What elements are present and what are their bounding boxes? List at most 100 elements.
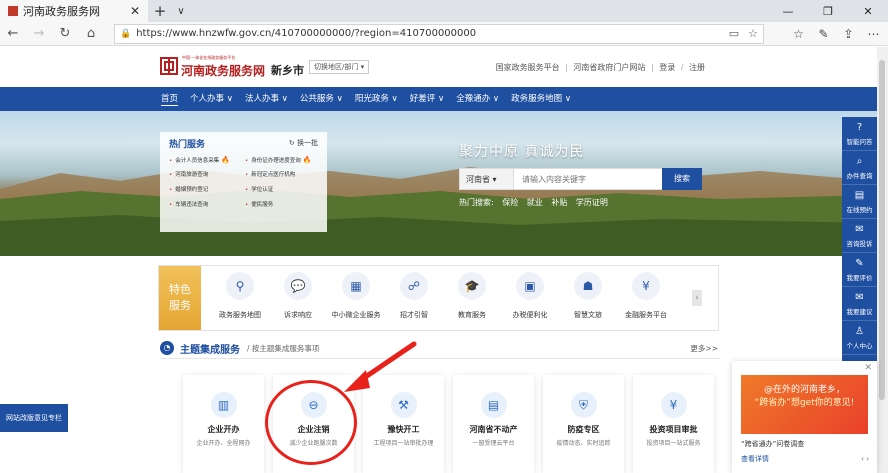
sidebar-item-label: 在线预约 [846,205,873,214]
theme-card-desc: 工程项目一站审批办理 [373,440,434,447]
hot-search-term[interactable]: 保险 [502,198,518,207]
featured-service-icon: ☗ [574,272,602,300]
pen-icon[interactable]: ✎ [811,27,836,41]
hot-service-item[interactable]: • 会计人员信息采集 🔥 [169,155,245,166]
browser-tab[interactable]: 河南政务服务网 ✕ [0,0,148,22]
minimize-button[interactable]: — [768,5,808,18]
sidebar-item[interactable]: ▤ 在线预约 [842,185,877,219]
theme-card-title: 企业开办 [207,425,240,434]
close-tab-icon[interactable]: ✕ [130,4,140,18]
nav-legal-person[interactable]: 法人办事 ∨ [239,87,294,111]
featured-service-item[interactable]: ▦ 中小微企业服务 [327,272,385,320]
hot-search-term[interactable]: 补贴 [551,198,567,207]
sidebar-item[interactable]: ✉ 咨询投诉 [842,219,877,253]
link-separator: / [680,63,684,72]
sidebar-item-label: 我要评价 [846,273,873,282]
scrollbar-thumb[interactable] [879,60,885,400]
forward-button[interactable]: → [26,26,52,41]
share-icon[interactable]: ⇪ [836,27,861,41]
featured-next-button[interactable]: › [692,290,702,306]
nav-personal[interactable]: 个人办事 ∨ [184,87,239,111]
top-links: 国家政务服务平台 | 河南省政府门户网站 | 登录 / 注册 [493,62,705,73]
maximize-button[interactable]: ❐ [808,5,848,18]
theme-card[interactable]: ¥ 投资项目审批 投资项目一站式服务 [633,375,714,473]
ad-close-icon[interactable]: ✕ [864,363,872,373]
link-separator: | [650,63,654,72]
nav-public-service[interactable]: 公共服务 ∨ [294,87,349,111]
featured-service-icon: ¥ [632,272,660,300]
refresh-button[interactable]: ↻ [52,26,78,41]
reading-view-icon[interactable]: ▭ [729,27,739,40]
refresh-hot-button[interactable]: ↻ 换一批 [289,138,318,148]
hot-service-label: 学位认证 [251,187,274,193]
featured-service-item[interactable]: ⚲ 政务服务地图 [211,272,269,320]
ad-detail-link[interactable]: 查看详情 [741,454,769,464]
theme-card[interactable]: ▥ 企业开办 企业开办、全程网办 [183,375,264,473]
sidebar-item[interactable]: ♙ 个人中心 [842,321,877,355]
hot-service-item[interactable]: • 河南旅游查询 [169,170,245,181]
back-button[interactable]: ← [0,26,26,41]
featured-items: ⚲ 政务服务地图 💬 诉求响应 ▦ 中小微企业服务 ☍ 招才引智 🎓 教育服务 ▣ 办税便利化 ☗ 智慧文… [211,272,675,320]
sidebar-icon: ✎ [855,257,864,269]
theme-section-title: 主题集成服务 [180,345,240,356]
nav-province-wide[interactable]: 全豫通办 ∨ [450,87,505,111]
browser-tab-bar: 河南政务服务网 ✕ + ∨ — ❐ ✕ [0,0,888,22]
theme-card[interactable]: ⛨ 防疫专区 疫情动态、实时追踪 [543,375,624,473]
hot-service-label: 会计人员信息采集 [175,158,220,164]
hot-service-item[interactable]: • 车辆违法查询 [169,200,245,211]
featured-service-item[interactable]: ☗ 智慧文旅 [559,272,617,320]
hot-services-panel: 热门服务 ↻ 换一批 • 会计人员信息采集 🔥 • 身份证办理进度查询 🔥 • 河南旅游查询 •… [160,132,327,232]
sidebar-item-label: 我要建议 [846,307,873,316]
theme-card[interactable]: ▤ 河南省不动产 一窗受理云平台 [453,375,534,473]
sidebar-item[interactable]: ✉ 我要建议 [842,287,877,321]
nav-home[interactable]: 首页 [155,87,184,111]
feedback-tab[interactable]: 网站改版意见专栏 [0,404,68,432]
search-button[interactable]: 搜索 [662,168,702,190]
featured-service-item[interactable]: ▣ 办税便利化 [501,272,559,320]
new-tab-button[interactable]: + [148,2,172,20]
theme-card-title: 豫快开工 [387,425,420,434]
hot-service-item[interactable]: • 婚姻预约登记 [169,185,245,196]
featured-tag: 特色 服务 [159,266,201,330]
nav-open-government[interactable]: 阳光政务 ∨ [349,87,404,111]
tab-list-button[interactable]: ∨ [172,6,190,17]
sidebar-item[interactable]: ? 智能问答 [842,117,877,151]
hot-search-term[interactable]: 学历证明 [576,198,608,207]
hot-search-term[interactable]: 就业 [527,198,543,207]
featured-tag-line: 服务 [169,299,191,312]
nav-evaluation[interactable]: 好差评 ∨ [404,87,450,111]
featured-service-item[interactable]: ¥ 金融服务平台 [617,272,675,320]
site-logo-text[interactable]: 河南政务服务网 [181,62,265,79]
search-region-select[interactable]: 河南省 ▾ [459,168,514,190]
sidebar-item[interactable]: ⌕ 办件查询 [842,151,877,185]
ad-carousel-nav[interactable]: ‹ › [861,455,869,463]
featured-service-item[interactable]: 💬 诉求响应 [269,272,327,320]
bullet-icon: • [169,172,173,178]
hot-service-item[interactable]: • 新冠定点医疗机构 [245,170,321,181]
hot-service-item[interactable]: • 身份证办理进度查询 🔥 [245,155,321,166]
search-input[interactable] [514,168,662,190]
theme-card-desc: 投资项目一站式服务 [646,440,701,447]
nav-service-map[interactable]: 政务服务地图 ∨ [505,87,577,111]
featured-service-item[interactable]: ☍ 招才引智 [385,272,443,320]
ad-banner-image[interactable]: @在外的河南老乡， “跨省办”想get你的意见! [741,375,868,434]
link-national-platform[interactable]: 国家政务服务平台 [496,63,560,72]
home-button[interactable]: ⌂ [78,26,104,41]
close-window-button[interactable]: ✕ [848,5,888,18]
address-bar[interactable]: 🔒 https://www.hnzwfw.gov.cn/410700000000… [114,23,764,44]
favorites-icon[interactable]: ☆ [786,27,811,41]
theme-section-subtitle: / 按主题集成服务事项 [247,344,320,353]
sidebar-item[interactable]: ✎ 我要评价 [842,253,877,287]
favorite-star-icon[interactable]: ☆ [748,27,758,40]
register-link[interactable]: 注册 [689,63,705,72]
theme-more-link[interactable]: 更多>> [690,343,718,354]
hot-service-item[interactable]: • 学位认证 [245,185,321,196]
login-link[interactable]: 登录 [659,63,675,72]
switch-region-button[interactable]: 切换地区/部门 ▾ [309,60,370,74]
link-provincial-portal[interactable]: 河南省政府门户网站 [573,63,645,72]
more-icon[interactable]: ⋯ [861,27,886,41]
mountain-landscape-image [0,167,877,256]
featured-service-item[interactable]: 🎓 教育服务 [443,272,501,320]
hot-service-item[interactable]: • 便民服务 [245,200,321,211]
bullet-icon: • [245,172,249,178]
